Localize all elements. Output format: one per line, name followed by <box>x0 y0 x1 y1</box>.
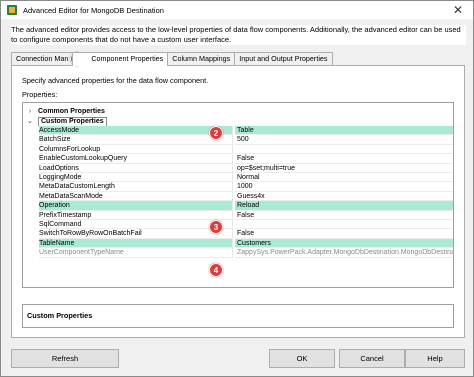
category-label: Common Properties <box>38 108 105 115</box>
property-grid: › Common Properties ⌄ Custom Properties … <box>22 102 454 288</box>
callout-badge-4: 4 <box>209 263 223 277</box>
properties-label: Properties: <box>22 90 58 99</box>
property-value[interactable]: 500 <box>235 135 453 145</box>
component-properties-panel: Specify advanced properties for the data… <box>11 65 465 338</box>
property-row-metadatascanmode[interactable]: MetaDataScanMode Guess4x <box>23 191 453 202</box>
property-value[interactable]: False <box>235 229 453 239</box>
category-label: Custom Properties <box>38 116 107 126</box>
callout-badge-3: 3 <box>209 220 223 234</box>
property-name: AccessMode <box>39 126 233 136</box>
help-button[interactable]: Help <box>405 349 465 368</box>
property-name: LoadOptions <box>39 163 233 173</box>
property-name: LoggingMode <box>39 173 233 183</box>
property-name: PrefixTimestamp <box>39 210 233 220</box>
tab-component-properties[interactable]: Component Properties <box>72 52 169 66</box>
property-row-switchtorowbyrow[interactable]: SwitchToRowByRowOnBatchFail False <box>23 229 453 239</box>
tab-input-output-properties[interactable]: Input and Output Properties <box>234 52 333 65</box>
property-row-usercomponenttypename[interactable]: UserComponentTypeName ZappySys.PowerPack… <box>23 248 453 258</box>
property-value[interactable]: 1000 <box>235 182 453 192</box>
property-row-enablecustomlookupquery[interactable]: EnableCustomLookupQuery False <box>23 154 453 164</box>
advanced-editor-dialog: Advanced Editor for MongoDB Destination … <box>0 0 474 377</box>
property-name: Operation <box>39 201 233 211</box>
app-icon <box>6 4 18 16</box>
editor-description: The advanced editor provides access to t… <box>11 25 466 45</box>
property-value[interactable]: Customers <box>235 238 453 249</box>
property-name: TableName <box>39 238 233 249</box>
property-value[interactable]: Normal <box>235 173 453 183</box>
property-value[interactable]: False <box>235 211 453 220</box>
help-heading: Custom Properties <box>27 311 93 320</box>
refresh-button[interactable]: Refresh <box>11 349 119 368</box>
property-row-accessmode[interactable]: AccessMode Table <box>23 126 453 136</box>
category-common-properties[interactable]: › Common Properties <box>23 107 453 116</box>
property-row-loadoptions[interactable]: LoadOptions op=$set;multi=true <box>23 163 453 173</box>
cancel-button[interactable]: Cancel <box>339 349 405 368</box>
tab-column-mappings[interactable]: Column Mappings <box>167 52 236 65</box>
property-row-batchsize[interactable]: BatchSize 500 <box>23 135 453 145</box>
property-name: MetaDataCustomLength <box>39 182 233 192</box>
property-value[interactable]: op=$set;multi=true <box>235 164 453 173</box>
property-name: ColumnsForLookup <box>39 144 233 155</box>
callout-badge-2: 2 <box>209 126 223 140</box>
tab-connection-managers[interactable]: Connection Man <box>11 52 74 65</box>
property-row-metadatacustomlength[interactable]: MetaDataCustomLength 1000 <box>23 182 453 192</box>
ok-button[interactable]: OK <box>269 349 335 368</box>
property-name: SwitchToRowByRowOnBatchFail <box>39 229 233 239</box>
property-value[interactable] <box>235 145 453 155</box>
property-help-box: Custom Properties <box>22 304 454 328</box>
property-name: EnableCustomLookupQuery <box>39 154 233 164</box>
panel-description: Specify advanced properties for the data… <box>22 76 209 85</box>
property-name: BatchSize <box>39 135 233 145</box>
property-row-operation[interactable]: Operation Reload <box>23 201 453 211</box>
property-row-tablename[interactable]: TableName Customers <box>23 238 453 249</box>
property-row-sqlcommand[interactable]: SqlCommand <box>23 220 453 230</box>
property-name: UserComponentTypeName <box>39 248 233 258</box>
property-value[interactable]: Guess4x <box>235 192 453 202</box>
property-value[interactable] <box>235 220 453 230</box>
title-bar: Advanced Editor for MongoDB Destination … <box>1 1 473 19</box>
property-value[interactable]: False <box>235 154 453 164</box>
property-row-prefixtimestamp[interactable]: PrefixTimestamp False <box>23 210 453 220</box>
window-title: Advanced Editor for MongoDB Destination <box>23 5 164 15</box>
property-row-columnsforlookup[interactable]: ColumnsForLookup <box>23 144 453 155</box>
property-name: SqlCommand <box>39 220 233 230</box>
tab-strip: Connection Man Component Properties Colu… <box>11 52 333 66</box>
property-row-loggingmode[interactable]: LoggingMode Normal <box>23 173 453 183</box>
property-value: ZappySys.PowerPack.Adapter.MongoDbDestin… <box>235 249 453 258</box>
property-value[interactable]: Reload <box>235 201 453 211</box>
property-name: MetaDataScanMode <box>39 191 233 202</box>
property-value[interactable]: Table <box>235 126 453 136</box>
close-icon[interactable]: ✕ <box>443 1 473 19</box>
category-custom-properties[interactable]: ⌄ Custom Properties <box>23 116 453 126</box>
